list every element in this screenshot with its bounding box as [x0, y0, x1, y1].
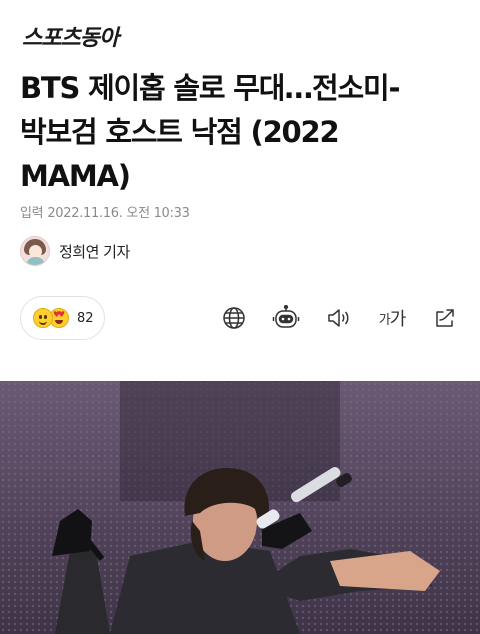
avatar	[20, 236, 50, 266]
publish-date-label: 입력	[20, 206, 44, 221]
article-page: 스포츠동아 BTS 제이홉 솔로 무대…전소미- 박보검 호스트 낙점 (202…	[0, 0, 480, 634]
robot-icon[interactable]	[268, 300, 304, 336]
headline-line-2: 박보검 호스트 낙점 (2022	[20, 115, 340, 149]
article-headline: BTS 제이홉 솔로 무대…전소미- 박보검 호스트 낙점 (2022 MAMA…	[20, 66, 460, 198]
font-size-small-label: 가	[378, 312, 391, 328]
reaction-button[interactable]: 82	[20, 296, 105, 340]
font-size-large-label: 가	[389, 309, 407, 330]
font-size-icon[interactable]: 가가	[374, 300, 410, 336]
article-photo	[0, 381, 480, 634]
smile-emoji-icon	[33, 308, 53, 328]
author-byline[interactable]: 정희연 기자	[20, 235, 130, 267]
headline-line-1: BTS 제이홉 솔로 무대…전소미-	[20, 71, 401, 105]
share-icon[interactable]	[427, 300, 463, 336]
speaker-icon[interactable]	[321, 300, 357, 336]
masthead-logo[interactable]: 스포츠동아	[22, 20, 119, 52]
globe-icon[interactable]	[216, 300, 252, 336]
publish-date-value: 2022.11.16. 오전 10:33	[47, 206, 190, 221]
reaction-count: 82	[77, 310, 94, 326]
publish-date: 입력 2022.11.16. 오전 10:33	[20, 202, 190, 221]
author-name: 정희연 기자	[59, 242, 130, 261]
headline-line-3: MAMA)	[20, 159, 131, 193]
